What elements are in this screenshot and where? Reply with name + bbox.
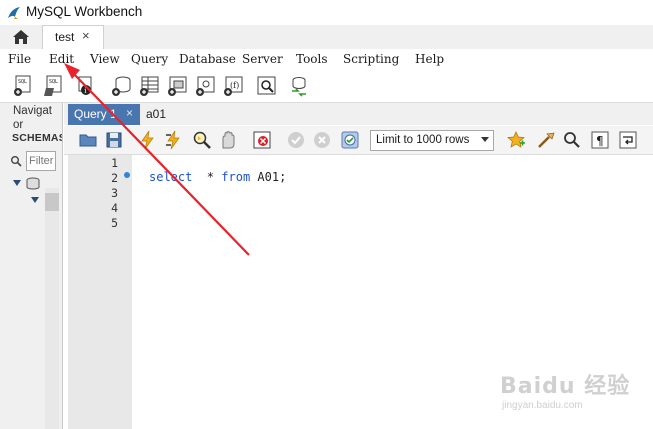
mysql-dolphin-icon bbox=[8, 7, 20, 19]
add-snippet-icon[interactable] bbox=[506, 130, 526, 150]
watermark: Baidu 经验 jingyan.baidu.com bbox=[500, 368, 650, 428]
tab-query-1[interactable]: Query 1 × bbox=[68, 104, 140, 125]
create-function-icon[interactable]: (f) bbox=[222, 75, 244, 97]
menu-edit[interactable]: Edit bbox=[49, 52, 74, 66]
create-procedure-icon[interactable] bbox=[194, 75, 216, 97]
home-tab[interactable] bbox=[4, 25, 38, 49]
menu-tools[interactable]: Tools bbox=[296, 52, 328, 66]
close-icon[interactable]: × bbox=[126, 106, 133, 120]
watermark-url: jingyan.baidu.com bbox=[502, 400, 583, 411]
statement-marker-icon bbox=[124, 172, 130, 178]
sql-text: A01; bbox=[250, 170, 287, 184]
open-sql-script-icon[interactable]: SQL bbox=[42, 75, 64, 97]
code-line[interactable]: select * from A01; bbox=[149, 170, 286, 184]
line-number: 3 bbox=[111, 186, 118, 200]
menu-scripting[interactable]: Scripting bbox=[343, 52, 399, 66]
sql-text: * bbox=[192, 170, 222, 184]
chevron-down-icon bbox=[481, 137, 489, 142]
marker-gutter bbox=[132, 155, 148, 429]
watermark-logo: Baidu 经验 bbox=[500, 374, 631, 399]
open-folder-icon[interactable] bbox=[78, 130, 98, 150]
main-toolbar: SQL SQL i (f) bbox=[0, 69, 653, 103]
beautify-icon[interactable] bbox=[536, 130, 556, 150]
line-number: 1 bbox=[111, 156, 118, 170]
line-number-gutter: 1 2 3 4 5 bbox=[68, 155, 132, 429]
reconnect-icon[interactable] bbox=[288, 75, 310, 97]
schema-filter-input[interactable] bbox=[26, 151, 56, 171]
schema-tree-expand[interactable] bbox=[12, 177, 42, 191]
search-icon bbox=[11, 156, 22, 167]
sidebar-scrollbar[interactable] bbox=[45, 188, 59, 429]
tab-query-1-label: Query 1 bbox=[74, 107, 117, 121]
menu-query[interactable]: Query bbox=[131, 52, 168, 66]
create-schema-icon[interactable] bbox=[110, 75, 132, 97]
chevron-down-icon[interactable] bbox=[30, 196, 40, 204]
sql-editor-toolbar: Limit to 1000 rows ¶ bbox=[64, 126, 653, 155]
connection-tab-label: test bbox=[55, 30, 75, 44]
invisible-characters-icon[interactable]: ¶ bbox=[590, 130, 610, 150]
execute-icon[interactable] bbox=[138, 130, 158, 150]
new-sql-tab-icon[interactable]: SQL bbox=[12, 75, 34, 97]
connection-tab-test[interactable]: test × bbox=[42, 25, 104, 49]
commit-icon[interactable] bbox=[286, 130, 306, 150]
svg-text:SQL: SQL bbox=[49, 79, 58, 85]
connection-tab-bar: test × bbox=[0, 25, 653, 49]
create-view-icon[interactable] bbox=[166, 75, 188, 97]
execute-current-statement-icon[interactable] bbox=[164, 130, 184, 150]
navigator-title: Navigator bbox=[13, 105, 52, 131]
inspect-icon[interactable]: i bbox=[76, 75, 98, 97]
menu-file[interactable]: File bbox=[8, 52, 31, 66]
limit-rows-value: Limit to 1000 rows bbox=[376, 134, 470, 146]
close-icon[interactable]: × bbox=[82, 28, 90, 43]
limit-rows-select[interactable]: Limit to 1000 rows bbox=[370, 130, 494, 151]
title-bar: MySQL Workbench bbox=[0, 0, 653, 25]
menu-help[interactable]: Help bbox=[415, 52, 444, 66]
query-tab-strip: Query 1 × a01 bbox=[64, 103, 653, 125]
svg-text:(f): (f) bbox=[230, 81, 239, 90]
svg-text:¶: ¶ bbox=[596, 134, 604, 148]
tab-a01[interactable]: a01 bbox=[146, 107, 166, 121]
search-table-data-icon[interactable] bbox=[256, 75, 278, 97]
autocommit-toggle-icon[interactable] bbox=[340, 130, 360, 150]
svg-text:SQL: SQL bbox=[18, 79, 27, 85]
menu-view[interactable]: View bbox=[90, 52, 120, 66]
save-icon[interactable] bbox=[104, 130, 124, 150]
window-title: MySQL Workbench bbox=[26, 4, 143, 19]
chevron-down-icon bbox=[13, 180, 21, 186]
rollback-icon[interactable] bbox=[312, 130, 332, 150]
navigator-sidebar: Navigator SCHEMAS bbox=[0, 103, 63, 429]
stop-icon[interactable] bbox=[218, 130, 238, 150]
menu-bar: File Edit View Query Database Server Too… bbox=[0, 49, 653, 69]
line-number: 5 bbox=[111, 216, 118, 230]
schema-filter bbox=[10, 151, 62, 171]
sql-keyword: from bbox=[221, 170, 251, 184]
sql-keyword: select bbox=[149, 170, 193, 184]
explain-icon[interactable] bbox=[192, 130, 212, 150]
menu-database[interactable]: Database bbox=[179, 52, 236, 66]
sidebar-scrollbar-thumb[interactable] bbox=[45, 193, 59, 211]
line-number: 4 bbox=[111, 201, 118, 215]
line-number: 2 bbox=[111, 171, 118, 185]
find-icon[interactable] bbox=[562, 130, 582, 150]
word-wrap-icon[interactable] bbox=[618, 130, 638, 150]
toggle-output-icon[interactable] bbox=[252, 130, 272, 150]
house-icon bbox=[13, 30, 29, 44]
schemas-label: SCHEMAS bbox=[12, 132, 62, 144]
create-table-icon[interactable] bbox=[138, 75, 160, 97]
menu-server[interactable]: Server bbox=[242, 52, 283, 66]
